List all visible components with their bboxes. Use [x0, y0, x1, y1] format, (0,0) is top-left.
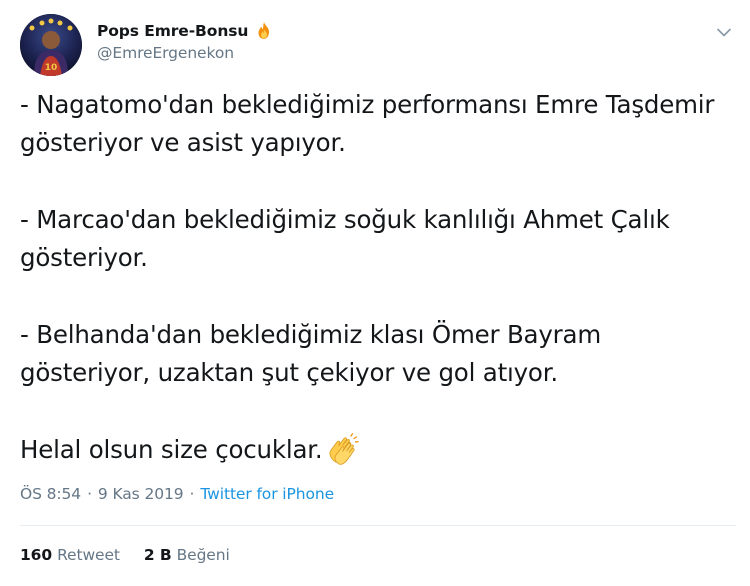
- divider: [20, 525, 736, 526]
- tweet-menu-button[interactable]: [714, 22, 734, 42]
- tweet-meta: ÖS 8:54 · 9 Kas 2019 · Twitter for iPhon…: [20, 485, 334, 503]
- retweets-count: 160: [20, 546, 53, 564]
- likes-label: Beğeni: [176, 546, 230, 564]
- user-info: Pops Emre-Bonsu @EmreErgenekon: [97, 20, 274, 62]
- svg-text:10: 10: [45, 63, 58, 73]
- tweet-text: - Nagatomo'dan beklediğimiz performansı …: [20, 86, 735, 469]
- likes-stat[interactable]: 2 B Beğeni: [144, 546, 230, 564]
- tweet-time[interactable]: ÖS 8:54: [20, 485, 81, 503]
- display-name[interactable]: Pops Emre-Bonsu: [97, 22, 248, 40]
- tweet-stats: 160 Retweet 2 B Beğeni: [20, 546, 230, 564]
- retweets-stat[interactable]: 160 Retweet: [20, 546, 120, 564]
- meta-separator: ·: [189, 485, 195, 503]
- clapping-hands-icon: [325, 433, 359, 467]
- retweets-label: Retweet: [57, 546, 120, 564]
- meta-separator: ·: [87, 485, 92, 503]
- avatar-image: 10: [20, 14, 82, 76]
- tweet-paragraph: - Marcao'dan beklediğimiz soğuk kanlılığ…: [20, 205, 670, 272]
- tweet-paragraph: - Belhanda'dan beklediğimiz klası Ömer B…: [20, 320, 602, 387]
- display-name-row: Pops Emre-Bonsu: [97, 20, 274, 42]
- tweet-card: 10 Pops Emre-Bonsu @EmreErgenekon - Naga…: [0, 0, 750, 586]
- tweet-header: 10 Pops Emre-Bonsu @EmreErgenekon: [20, 12, 740, 76]
- fire-icon: [254, 21, 274, 41]
- tweet-closing-line: Helal olsun size çocuklar.: [20, 431, 735, 469]
- user-avatar[interactable]: 10: [20, 14, 82, 76]
- tweet-source-link[interactable]: Twitter for iPhone: [200, 485, 334, 503]
- tweet-closing-text: Helal olsun size çocuklar.: [20, 435, 323, 464]
- likes-count: 2 B: [143, 546, 172, 564]
- tweet-paragraph: - Nagatomo'dan beklediğimiz performansı …: [20, 90, 715, 157]
- tweet-date[interactable]: 9 Kas 2019: [98, 485, 184, 503]
- chevron-down-icon: [717, 28, 731, 36]
- user-handle[interactable]: @EmreErgenekon: [97, 44, 274, 62]
